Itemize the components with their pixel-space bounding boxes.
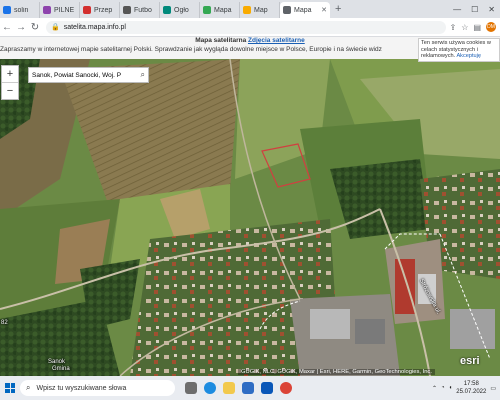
tab-label: Map <box>254 6 268 14</box>
page-title-text: Mapa satelitarna <box>195 37 247 44</box>
volume-icon[interactable]: ◖ <box>449 385 453 391</box>
map-label-number: 82 <box>1 320 8 326</box>
share-icon[interactable]: ⇪ <box>450 23 457 32</box>
clock-date: 25.07.2022 <box>456 389 487 395</box>
tab-strip: solin PILNE Przep Futbo Ogło Mapa Map Mapa ✕ + <box>0 0 500 18</box>
tab-0[interactable]: solin <box>0 2 40 18</box>
tab-label: Mapa <box>294 6 312 14</box>
search-icon: ⌕ <box>26 383 31 392</box>
map-label-gmina: Gmina <box>52 366 70 372</box>
esri-logo: esri <box>460 355 480 367</box>
tab-favicon-icon <box>243 6 251 14</box>
reading-list-icon[interactable]: ▤ <box>473 23 481 32</box>
notifications-icon[interactable]: ▭ <box>490 385 496 392</box>
tab-favicon-icon <box>83 6 91 14</box>
zoom-control: + − <box>1 65 19 100</box>
tab-label: Przep <box>94 6 113 14</box>
tab-favicon-icon <box>283 6 291 14</box>
zoom-out-button[interactable]: − <box>2 82 18 99</box>
store-icon[interactable] <box>242 382 254 394</box>
file-explorer-icon[interactable] <box>223 382 235 394</box>
maximize-button[interactable]: ☐ <box>466 5 483 14</box>
forward-icon[interactable]: → <box>14 22 28 33</box>
tab-favicon-icon <box>163 6 171 14</box>
tab-label: solin <box>14 6 29 14</box>
tab-3[interactable]: Futbo <box>120 2 160 18</box>
taskbar-search[interactable]: ⌕ Wpisz tu wyszukiwane słowa <box>20 380 175 396</box>
lock-icon: 🔒 <box>51 24 60 31</box>
tray-overflow-icon[interactable]: ⌃ <box>432 385 437 392</box>
cookie-notice: Ten serwis używa cookies w celach statys… <box>418 38 500 62</box>
map-attribution: GUGiK, NLC, GUGiK, Maxar | Esri, HERE, G… <box>238 369 435 375</box>
windows-logo-icon <box>5 383 15 393</box>
reload-icon[interactable]: ↻ <box>28 22 42 33</box>
tab-label: PILNE <box>54 6 75 14</box>
map-label-town: Sanok <box>48 359 66 365</box>
tab-favicon-icon <box>43 6 51 14</box>
address-bar: ← → ↻ 🔒 satelita.mapa.info.pl ⇪ ☆ ▤ DM <box>0 18 500 37</box>
satellite-photos-link[interactable]: Zdjęcia satelitarne <box>248 37 305 44</box>
tab-2[interactable]: Przep <box>80 2 120 18</box>
tab-6[interactable]: Map <box>240 2 280 18</box>
url-field[interactable]: 🔒 satelita.mapa.info.pl <box>46 20 446 34</box>
tab-favicon-icon <box>3 6 11 14</box>
satellite-imagery <box>0 59 500 376</box>
avatar[interactable]: DM <box>486 22 496 32</box>
task-view-icon[interactable] <box>185 382 197 394</box>
bookmark-star-icon[interactable]: ☆ <box>461 23 468 32</box>
clock-time: 17:58 <box>463 381 479 387</box>
minimize-button[interactable]: — <box>448 5 466 14</box>
network-icon[interactable]: ◔ <box>441 385 445 391</box>
tab-5[interactable]: Mapa <box>200 2 240 18</box>
tab-label: Mapa <box>214 6 232 14</box>
search-icon[interactable]: ⌕ <box>141 70 145 80</box>
zoom-in-button[interactable]: + <box>2 66 18 82</box>
cookie-accept-link[interactable]: Akceptuję <box>456 53 481 59</box>
taskbar-search-placeholder: Wpisz tu wyszukiwane słowa <box>36 384 127 392</box>
tab-label: Futbo <box>134 6 152 14</box>
tab-favicon-icon <box>123 6 131 14</box>
map-search-box: ⌕ <box>28 67 149 83</box>
page-description: Zapraszamy w internetowej mapie satelita… <box>0 46 382 53</box>
chrome-icon[interactable] <box>280 382 292 394</box>
tab-4[interactable]: Ogło <box>160 2 200 18</box>
mail-icon[interactable] <box>261 382 273 394</box>
taskbar: ⌕ Wpisz tu wyszukiwane słowa ⌃ ◔ ◖ 17:58… <box>0 376 500 400</box>
tab-close-icon[interactable]: ✕ <box>321 6 327 14</box>
tab-favicon-icon <box>203 6 211 14</box>
url-text: satelita.mapa.info.pl <box>63 23 126 31</box>
tab-7[interactable]: Mapa ✕ <box>280 2 330 18</box>
tab-label: Ogło <box>174 6 189 14</box>
system-tray: ⌃ ◔ ◖ 17:58 25.07.2022 ▭ <box>432 376 496 400</box>
close-window-button[interactable]: ✕ <box>483 5 500 14</box>
edge-icon[interactable] <box>204 382 216 394</box>
tab-1[interactable]: PILNE <box>40 2 80 18</box>
map-search-input[interactable] <box>32 71 132 79</box>
back-icon[interactable]: ← <box>0 22 14 33</box>
window-controls: — ☐ ✕ <box>448 0 500 18</box>
start-button[interactable] <box>0 383 20 393</box>
clock[interactable]: 17:58 25.07.2022 <box>456 380 486 396</box>
satellite-map[interactable] <box>0 59 500 376</box>
new-tab-button[interactable]: + <box>330 3 346 15</box>
